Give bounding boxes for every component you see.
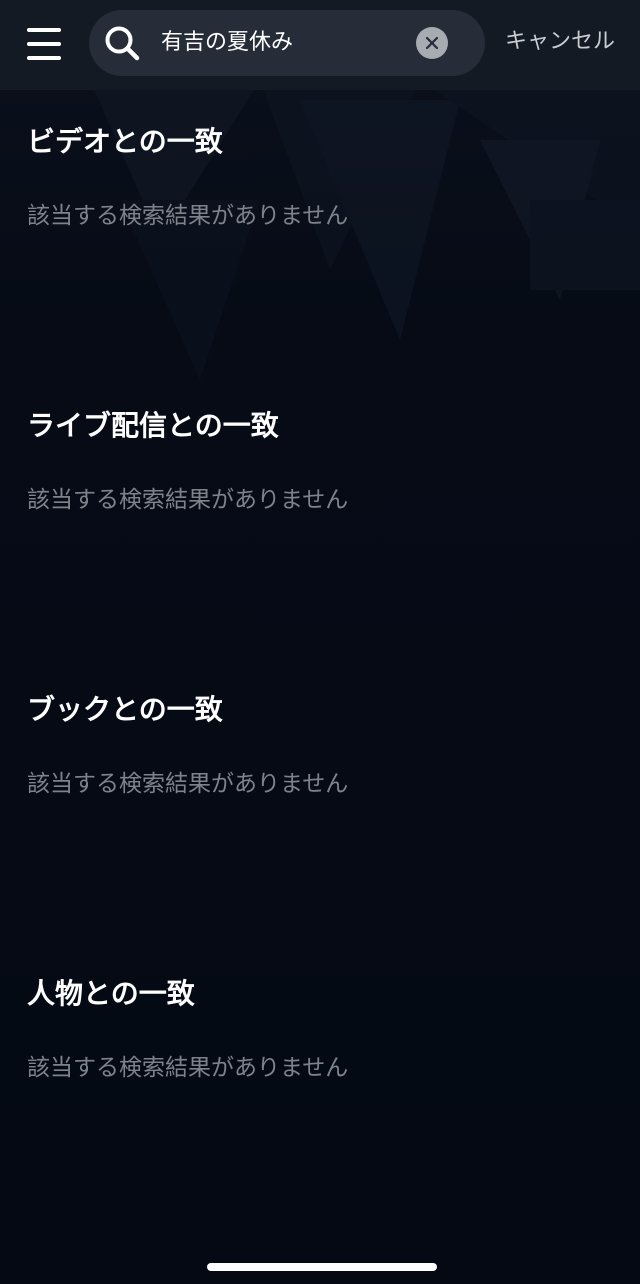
video-results-section: ビデオとの一致 該当する検索結果がありません [27,122,617,232]
no-results-text: 該当する検索結果がありません [27,1055,349,1081]
clear-x-icon[interactable] [416,27,448,59]
menu-line [27,28,61,32]
section-title: ブックとの一致 [27,693,223,726]
top-bar: 有吉の夏休み キャンセル [0,0,640,90]
hamburger-menu-icon[interactable] [27,28,61,60]
section-title: ビデオとの一致 [27,125,223,158]
home-indicator[interactable] [207,1263,437,1271]
menu-line [27,56,61,60]
no-results-text: 該当する検索結果がありません [27,203,349,229]
search-screen: 有吉の夏休み キャンセル ビデオとの一致 該当する検索結果がありません ライブ配… [0,0,640,1284]
no-results-text: 該当する検索結果がありません [27,487,349,513]
cancel-button[interactable]: キャンセル [505,22,625,62]
book-results-section: ブックとの一致 該当する検索結果がありません [27,690,617,800]
people-results-section: 人物との一致 該当する検索結果がありません [27,974,617,1084]
search-field[interactable]: 有吉の夏休み [89,10,485,76]
search-input[interactable]: 有吉の夏休み [161,10,293,76]
no-results-text: 該当する検索結果がありません [27,771,349,797]
section-title: 人物との一致 [27,977,195,1010]
section-title: ライブ配信との一致 [27,409,279,442]
menu-line [27,42,61,46]
search-icon [103,24,141,62]
live-results-section: ライブ配信との一致 該当する検索結果がありません [27,406,617,516]
